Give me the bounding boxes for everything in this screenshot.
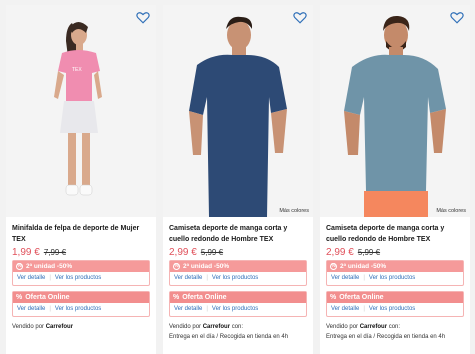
heart-outline-icon[interactable]: [136, 11, 150, 24]
view-products-link[interactable]: Ver los productos: [369, 272, 415, 285]
promo-box: % 2ª unidad -50% Ver detalle | Ver los p…: [326, 260, 464, 286]
divider: |: [363, 306, 365, 312]
online-offer-box: % Oferta Online Ver detalle | Ver los pr…: [326, 291, 464, 317]
divider: |: [49, 275, 51, 281]
old-price: 5,99 €: [357, 248, 381, 257]
sold-suffix: con:: [231, 324, 244, 330]
promo-box: % 2ª unidad -50% Ver detalle | Ver los p…: [169, 260, 307, 286]
old-price: 5,99 €: [200, 248, 224, 257]
percent-circle-icon: %: [16, 294, 23, 301]
delivery-options: Entrega en el día / Recogida en tienda e…: [169, 334, 289, 340]
delivery-options: Entrega en el día / Recogida en tienda e…: [326, 334, 446, 340]
online-offer-box: % Oferta Online Ver detalle | Ver los pr…: [12, 291, 150, 317]
online-offer-box: % Oferta Online Ver detalle | Ver los pr…: [169, 291, 307, 317]
divider: |: [363, 275, 365, 281]
heart-outline-icon[interactable]: [450, 11, 464, 24]
divider: |: [49, 306, 51, 312]
view-detail-link[interactable]: Ver detalle: [331, 272, 359, 285]
more-colors-label[interactable]: Más colores: [436, 208, 466, 214]
view-products-link[interactable]: Ver los productos: [369, 303, 415, 316]
percent-circle-icon: %: [330, 263, 337, 270]
promo-box: % 2ª unidad -50% Ver detalle | Ver los p…: [12, 260, 150, 286]
product-title[interactable]: Minifalda de felpa de deporte de Mujer T…: [6, 223, 156, 245]
price-row: 2,99 € 5,99 €: [163, 247, 313, 258]
sold-by-label: Vendido por: [326, 324, 359, 330]
product-grid: TEX Minifalda de felpa de deporte de Muj…: [0, 0, 475, 354]
promo-header: % 2ª unidad -50%: [13, 261, 149, 272]
online-offer-header: % Oferta Online: [170, 292, 306, 303]
promo-links: Ver detalle | Ver los productos: [13, 272, 149, 285]
online-offer-label: Oferta Online: [25, 294, 70, 301]
view-detail-link[interactable]: Ver detalle: [174, 272, 202, 285]
sold-suffix: con:: [388, 324, 401, 330]
product-image[interactable]: Más colores: [163, 5, 313, 217]
seller-info: Vendido por Carrefour con: Entrega en el…: [320, 322, 470, 342]
promo-links: Ver detalle | Ver los productos: [327, 272, 463, 285]
percent-circle-icon: %: [330, 294, 337, 301]
online-offer-header: % Oferta Online: [327, 292, 463, 303]
seller-name: Carrefour: [359, 324, 388, 330]
percent-circle-icon: %: [173, 263, 180, 270]
divider: |: [206, 306, 208, 312]
online-offer-links: Ver detalle | Ver los productos: [327, 303, 463, 316]
product-image[interactable]: TEX: [6, 5, 156, 217]
view-detail-link[interactable]: Ver detalle: [174, 303, 202, 316]
seller-name: Carrefour: [45, 324, 74, 330]
svg-text:TEX: TEX: [72, 67, 82, 73]
product-image[interactable]: Más colores: [320, 5, 470, 217]
current-price: 1,99 €: [12, 247, 40, 258]
product-card[interactable]: Más colores Camiseta deporte de manga co…: [163, 5, 313, 354]
promo-label: 2ª unidad -50%: [26, 263, 73, 270]
seller-info: Vendido por Carrefour con: Entrega en el…: [163, 322, 313, 342]
current-price: 2,99 €: [326, 247, 354, 258]
current-price: 2,99 €: [169, 247, 197, 258]
promo-header: % 2ª unidad -50%: [327, 261, 463, 272]
online-offer-links: Ver detalle | Ver los productos: [13, 303, 149, 316]
product-photo-woman: TEX: [6, 5, 156, 217]
promo-label: 2ª unidad -50%: [183, 263, 230, 270]
online-offer-label: Oferta Online: [339, 294, 384, 301]
percent-circle-icon: %: [16, 263, 23, 270]
view-products-link[interactable]: Ver los productos: [55, 272, 101, 285]
more-colors-label[interactable]: Más colores: [279, 208, 309, 214]
view-products-link[interactable]: Ver los productos: [212, 272, 258, 285]
divider: |: [206, 275, 208, 281]
product-card[interactable]: Más colores Camiseta deporte de manga co…: [320, 5, 470, 354]
sold-by-label: Vendido por: [169, 324, 202, 330]
online-offer-label: Oferta Online: [182, 294, 227, 301]
product-photo-man-navy: [163, 5, 313, 217]
product-card[interactable]: TEX Minifalda de felpa de deporte de Muj…: [6, 5, 156, 354]
percent-circle-icon: %: [173, 294, 180, 301]
price-row: 1,99 € 7,99 €: [6, 247, 156, 258]
online-offer-links: Ver detalle | Ver los productos: [170, 303, 306, 316]
view-detail-link[interactable]: Ver detalle: [17, 303, 45, 316]
seller-info: Vendido por Carrefour: [6, 322, 156, 332]
old-price: 7,99 €: [43, 248, 67, 257]
online-offer-header: % Oferta Online: [13, 292, 149, 303]
price-row: 2,99 € 5,99 €: [320, 247, 470, 258]
view-detail-link[interactable]: Ver detalle: [331, 303, 359, 316]
promo-label: 2ª unidad -50%: [340, 263, 387, 270]
view-products-link[interactable]: Ver los productos: [55, 303, 101, 316]
view-products-link[interactable]: Ver los productos: [212, 303, 258, 316]
product-title[interactable]: Camiseta deporte de manga corta y cuello…: [320, 223, 470, 245]
sold-by-label: Vendido por: [12, 324, 45, 330]
heart-outline-icon[interactable]: [293, 11, 307, 24]
promo-links: Ver detalle | Ver los productos: [170, 272, 306, 285]
product-title[interactable]: Camiseta deporte de manga corta y cuello…: [163, 223, 313, 245]
product-photo-man-blue: [320, 5, 470, 217]
seller-name: Carrefour: [202, 324, 231, 330]
promo-header: % 2ª unidad -50%: [170, 261, 306, 272]
view-detail-link[interactable]: Ver detalle: [17, 272, 45, 285]
